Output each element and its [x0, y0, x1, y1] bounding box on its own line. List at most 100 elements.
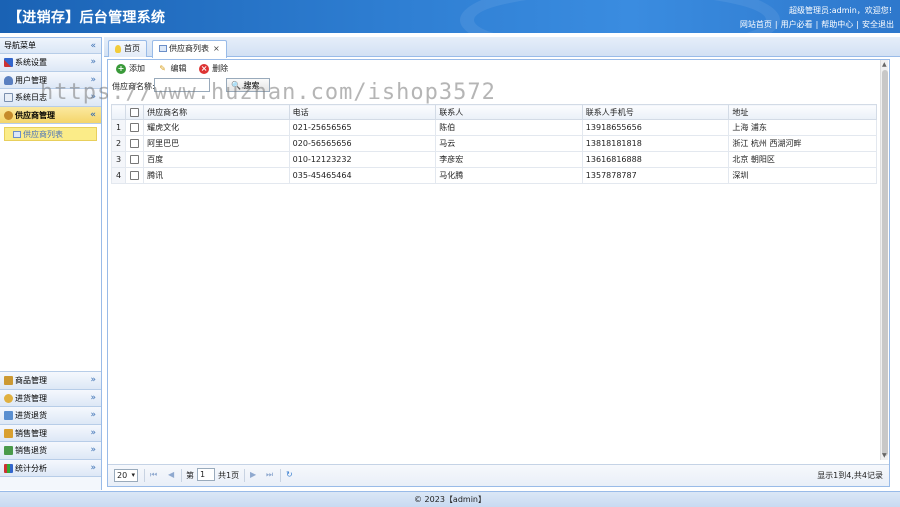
expand-chevron-icon: »	[90, 57, 96, 67]
vertical-scrollbar[interactable]: ▲ ▼	[880, 60, 888, 460]
expand-chevron-icon: »	[90, 74, 96, 85]
pagination-bar: 20 ▾ ⏮ ◀ 第 1 共1页 ▶ ⏭ ↻ 显示1到4,共4记录	[108, 464, 889, 486]
tab-supplier-list[interactable]: 供应商列表 ×	[152, 40, 227, 58]
cell-phone: 021-25656565	[288, 119, 437, 136]
row-number: 4	[110, 167, 127, 184]
cell-address: 上海 浦东	[728, 119, 877, 136]
pager-divider	[244, 469, 245, 482]
cell-name: 耀虎文化	[143, 119, 290, 136]
expand-chevron-icon: »	[90, 427, 96, 438]
sidebar-item-supplier-list[interactable]: 供应商列表	[4, 127, 97, 141]
scrollbar-thumb[interactable]	[882, 70, 888, 456]
supplier-icon	[4, 110, 13, 120]
column-header-address[interactable]: 地址	[728, 104, 877, 120]
cell-name: 百度	[143, 151, 290, 168]
sidebar-title: 导航菜单	[4, 41, 36, 50]
add-button[interactable]: + 添加	[116, 63, 145, 74]
previous-page-icon[interactable]: ◀	[168, 470, 174, 479]
row-checkbox[interactable]	[125, 167, 145, 184]
table-row[interactable]: 4 腾讯 035-45465464 马化腾 1357878787 深圳	[110, 167, 877, 184]
cell-address: 深圳	[728, 167, 877, 184]
cell-phone: 020-56565656	[288, 135, 437, 152]
search-button[interactable]: 🔍 搜索	[226, 78, 270, 92]
collapse-chevron-icon: «	[90, 109, 96, 120]
app-title: 【进销存】后台管理系统	[8, 10, 166, 26]
nav-purchase-return[interactable]: 进货退货»	[0, 407, 101, 425]
row-number: 1	[110, 119, 127, 136]
scroll-down-icon[interactable]: ▼	[882, 452, 887, 459]
delete-icon: ×	[199, 63, 210, 74]
cell-address: 北京 朝阳区	[728, 151, 877, 168]
pager-divider	[144, 469, 145, 482]
search-icon: 🔍	[231, 80, 241, 90]
column-header-contact[interactable]: 联系人	[435, 104, 583, 120]
help-center-link[interactable]: 帮助中心	[821, 20, 853, 29]
table-row[interactable]: 1 耀虎文化 021-25656565 陈伯 13918655656 上海 浦东	[110, 119, 877, 136]
row-checkbox[interactable]	[125, 119, 145, 136]
sidebar: 导航菜单 « 系统设置» 用户管理» 系统日志» 供应商管理 « 供应商列表 商品…	[0, 37, 102, 490]
user-icon	[4, 75, 13, 85]
expand-chevron-icon: »	[90, 462, 96, 473]
tab-home[interactable]: 首页	[108, 40, 147, 57]
expand-chevron-icon: »	[90, 392, 96, 403]
pager-divider	[280, 469, 281, 482]
nav-supplier-management[interactable]: 供应商管理 «	[0, 106, 101, 124]
first-page-icon[interactable]: ⏮	[150, 470, 157, 480]
next-page-icon[interactable]: ▶	[250, 470, 256, 479]
nav-product-management[interactable]: 商品管理»	[0, 372, 101, 390]
main-area: 首页 供应商列表 × + 添加 ✎ 编辑 × 删除 供应商名称: 🔍 搜索 供应…	[104, 37, 900, 490]
cell-phone: 010-12123232	[288, 151, 437, 168]
table-row[interactable]: 2 阿里巴巴 020-56565656 马云 13818181818 浙江 杭州…	[110, 135, 877, 152]
user-guide-link[interactable]: 用户必看	[781, 20, 813, 29]
nav-system-log[interactable]: 系统日志»	[0, 89, 101, 107]
cell-phone: 035-45465464	[288, 167, 437, 184]
cell-mobile: 13818181818	[581, 135, 730, 152]
last-page-icon[interactable]: ⏭	[266, 470, 273, 480]
logout-link[interactable]: 安全退出	[862, 20, 894, 29]
delete-button[interactable]: × 删除	[199, 63, 228, 74]
search-label: 供应商名称:	[112, 82, 155, 91]
select-all-checkbox[interactable]	[125, 104, 145, 120]
collapse-sidebar-icon[interactable]: «	[90, 38, 96, 54]
close-tab-icon[interactable]: ×	[213, 44, 220, 53]
pagination-info: 显示1到4,共4记录	[817, 471, 883, 480]
edit-button[interactable]: ✎ 编辑	[158, 63, 186, 74]
table-row[interactable]: 3 百度 010-12123232 李彦宏 13616816888 北京 朝阳区	[110, 151, 877, 168]
cell-contact: 马云	[435, 135, 583, 152]
cell-address: 浙江 杭州 西湖河畔	[728, 135, 877, 152]
expand-chevron-icon: »	[90, 92, 96, 102]
sales-icon	[4, 428, 13, 438]
column-header-mobile[interactable]: 联系人手机号	[581, 104, 730, 120]
search-bar: 供应商名称: 🔍 搜索	[108, 78, 889, 94]
column-header-name[interactable]: 供应商名称	[143, 104, 290, 120]
app-header: 【进销存】后台管理系统 超级管理员:admin，欢迎您! 网站首页 | 用户必看 | 帮…	[0, 0, 900, 33]
nav-purchase-management[interactable]: 进货管理»	[0, 389, 101, 407]
cell-name: 阿里巴巴	[143, 135, 290, 152]
nav-user-management[interactable]: 用户管理»	[0, 71, 101, 89]
row-checkbox[interactable]	[125, 151, 145, 168]
list-icon	[159, 45, 167, 52]
scroll-up-icon[interactable]: ▲	[882, 61, 887, 68]
nav-sales-management[interactable]: 销售管理»	[0, 424, 101, 442]
supplier-grid: 供应商名称 电话 联系人 联系人手机号 地址 1 耀虎文化 021-256565…	[110, 104, 877, 184]
header-decoration	[460, 0, 780, 33]
page-size-select[interactable]: 20 ▾	[114, 469, 138, 482]
column-header-phone[interactable]: 电话	[288, 104, 437, 120]
cell-contact: 马化腾	[435, 167, 583, 184]
product-icon	[4, 376, 13, 385]
supplier-name-search-input[interactable]	[154, 78, 210, 92]
nav-system-settings[interactable]: 系统设置»	[0, 54, 101, 72]
expand-chevron-icon: »	[90, 445, 96, 455]
refresh-icon[interactable]: ↻	[286, 470, 293, 479]
expand-chevron-icon: »	[90, 375, 96, 385]
nav-sales-return[interactable]: 销售退货»	[0, 442, 101, 460]
pager-divider	[181, 469, 182, 482]
row-checkbox[interactable]	[125, 135, 145, 152]
row-number: 3	[110, 151, 127, 168]
purchase-icon	[4, 393, 13, 403]
header-links: 网站首页 | 用户必看 | 帮助中心 | 安全退出	[739, 20, 894, 29]
current-page-input[interactable]: 1	[197, 468, 215, 481]
home-link[interactable]: 网站首页	[740, 20, 772, 29]
nav-statistics[interactable]: 统计分析»	[0, 459, 101, 477]
content-panel: + 添加 ✎ 编辑 × 删除 供应商名称: 🔍 搜索 供应商名称 电话 联系人 …	[107, 59, 890, 487]
